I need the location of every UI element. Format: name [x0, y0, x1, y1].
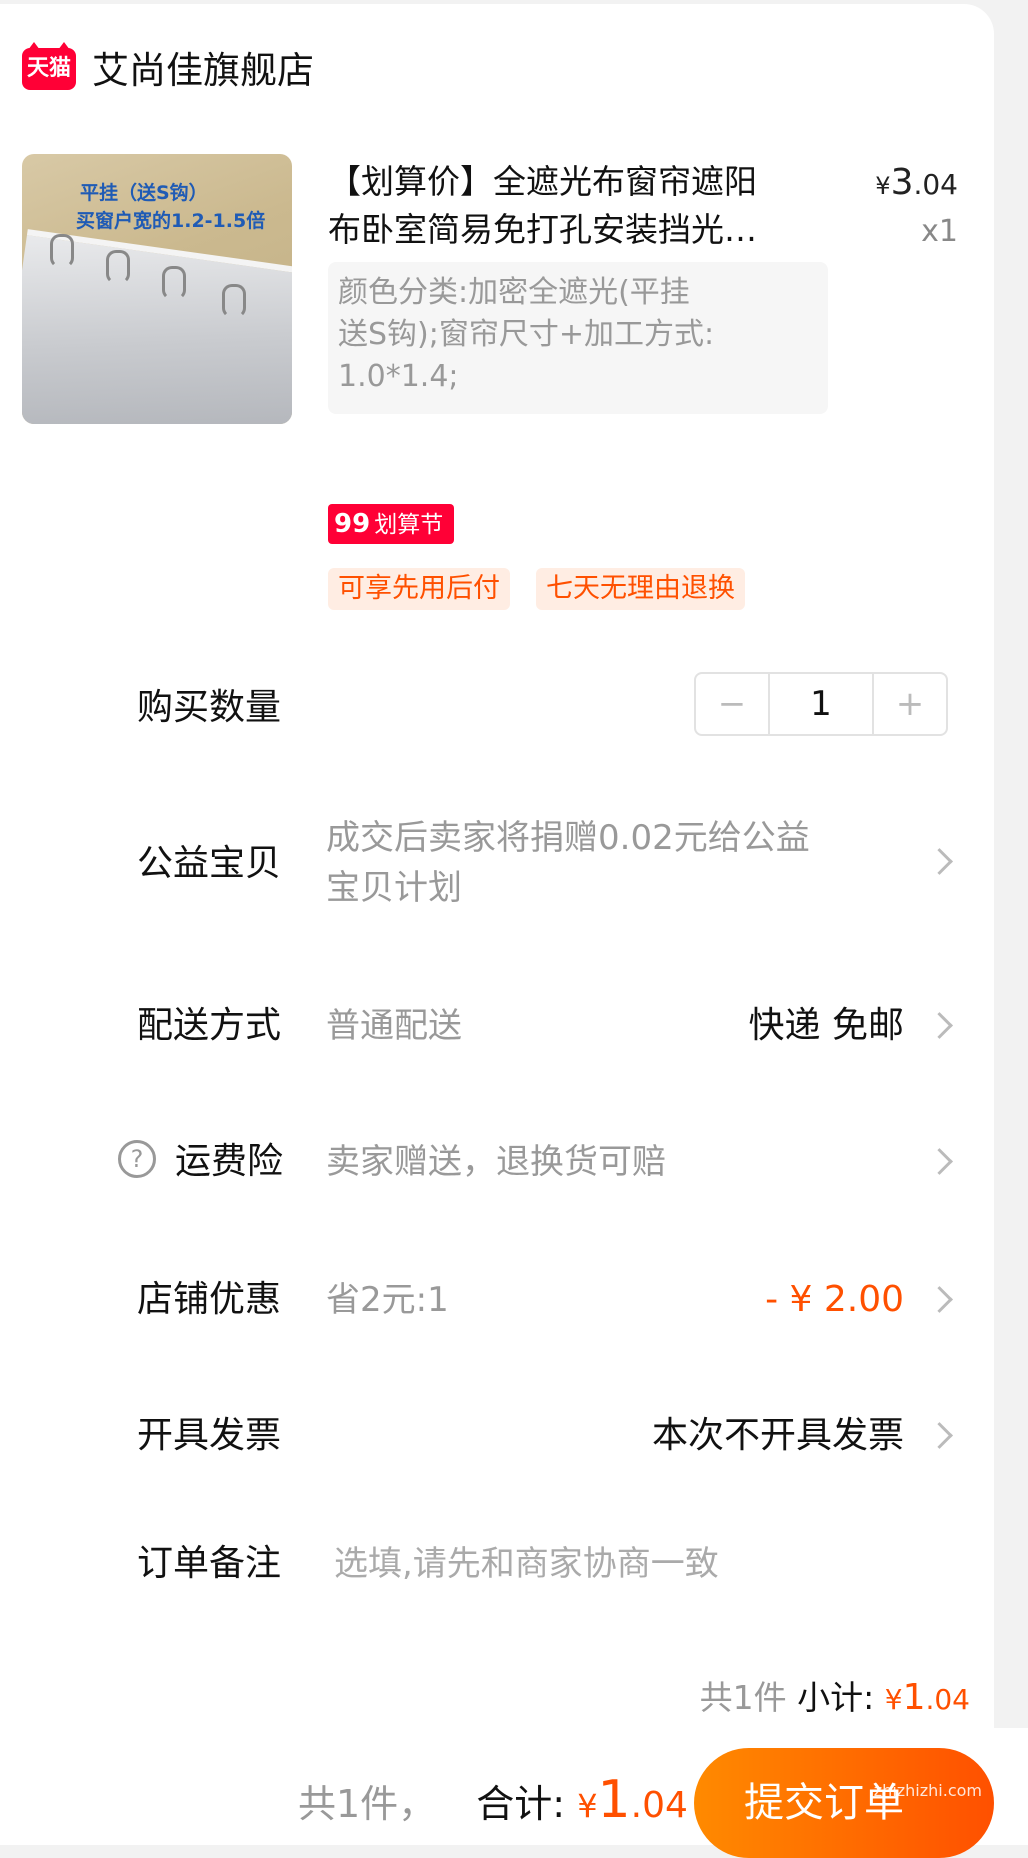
- promo-text: 划算节: [374, 512, 444, 538]
- price-decimal: .04: [913, 168, 958, 201]
- increase-button[interactable]: +: [874, 674, 946, 734]
- product-title[interactable]: 【划算价】全遮光布窗帘遮阳: [328, 158, 828, 206]
- note-label: 订单备注: [137, 1543, 282, 1584]
- shipping-label: 配送方式: [137, 1005, 282, 1046]
- quantity-stepper[interactable]: − 1 +: [694, 672, 948, 736]
- tag-pay-later: 可享先用后付: [328, 568, 510, 610]
- product-title-line2[interactable]: 布卧室简易免打孔安装挡光…: [328, 206, 798, 254]
- subtotal-label: 小计:: [797, 1678, 875, 1717]
- subtotal-count: 共1件: [699, 1678, 787, 1717]
- hook-icon: [162, 266, 186, 300]
- submit-order-button[interactable]: 提交订单 zhizhizhi.com: [694, 1748, 994, 1858]
- help-icon[interactable]: ?: [118, 1140, 156, 1178]
- insurance-label: 运费险: [175, 1141, 284, 1182]
- total-integer: 1: [597, 1770, 631, 1830]
- tag-return-policy: 七天无理由退换: [536, 568, 745, 610]
- hook-icon: [50, 234, 74, 268]
- invoice-label: 开具发票: [137, 1415, 282, 1456]
- subtotal-symbol: ¥: [884, 1683, 903, 1716]
- sku-line: 1.0*1.4;: [338, 359, 459, 394]
- hook-icon: [222, 284, 246, 318]
- total-symbol: ¥: [577, 1787, 598, 1825]
- order-total: 共1件， 合计: ¥1.04: [298, 1772, 688, 1834]
- total-count: 共1件，: [298, 1782, 437, 1826]
- store-name[interactable]: 艾尚佳旗舰店: [92, 48, 314, 94]
- tmall-logo: 天猫: [22, 42, 76, 90]
- price-integer: 3: [890, 162, 914, 203]
- sku-line: 送S钩);窗帘尺寸+加工方式:: [338, 317, 715, 352]
- sku-line: 颜色分类:加密全遮光(平挂: [338, 275, 690, 310]
- sku-spec[interactable]: 颜色分类:加密全遮光(平挂 送S钩);窗帘尺寸+加工方式: 1.0*1.4;: [328, 262, 828, 414]
- store-discount-amount[interactable]: - ¥ 2.00: [765, 1276, 904, 1324]
- product-thumbnail[interactable]: 平挂（送S钩） 买窗户宽的1.2-1.5倍: [22, 154, 292, 424]
- subtotal: 共1件 小计: ¥1.04: [700, 1674, 970, 1724]
- shipping-method[interactable]: 普通配送: [326, 1002, 462, 1050]
- shipping-value[interactable]: 快递 免邮: [749, 1002, 904, 1050]
- quantity-label: 购买数量: [137, 687, 282, 728]
- thumbnail-caption-1: 平挂（送S钩）: [80, 182, 208, 204]
- total-label: 合计:: [476, 1782, 566, 1826]
- subtotal-decimal: .04: [925, 1683, 970, 1716]
- decrease-button[interactable]: −: [696, 674, 768, 734]
- note-input[interactable]: 选填,请先和商家协商一致: [334, 1540, 719, 1588]
- product-quantity: x1: [921, 214, 958, 249]
- total-decimal: .04: [630, 1785, 688, 1826]
- charity-text-line2[interactable]: 宝贝计划: [326, 864, 462, 912]
- insurance-text[interactable]: 卖家赠送，退换货可赔: [326, 1138, 666, 1186]
- store-discount-label: 店铺优惠: [137, 1279, 282, 1320]
- quantity-input[interactable]: 1: [768, 674, 874, 734]
- store-discount-desc[interactable]: 省2元:1: [326, 1276, 449, 1324]
- subtotal-integer: 1: [902, 1677, 926, 1718]
- promo-badge: 99 划算节: [328, 504, 454, 544]
- hook-icon: [106, 250, 130, 284]
- charity-label: 公益宝贝: [137, 843, 282, 884]
- charity-text-line1[interactable]: 成交后卖家将捐赠0.02元给公益: [326, 814, 810, 862]
- promo-number: 99: [334, 509, 371, 539]
- product-price: ¥3.04: [875, 162, 958, 203]
- price-symbol: ¥: [875, 172, 891, 200]
- watermark-logo: zhizhizhi.com: [873, 1781, 982, 1800]
- thumbnail-caption-2: 买窗户宽的1.2-1.5倍: [76, 210, 266, 232]
- invoice-value[interactable]: 本次不开具发票: [652, 1412, 904, 1460]
